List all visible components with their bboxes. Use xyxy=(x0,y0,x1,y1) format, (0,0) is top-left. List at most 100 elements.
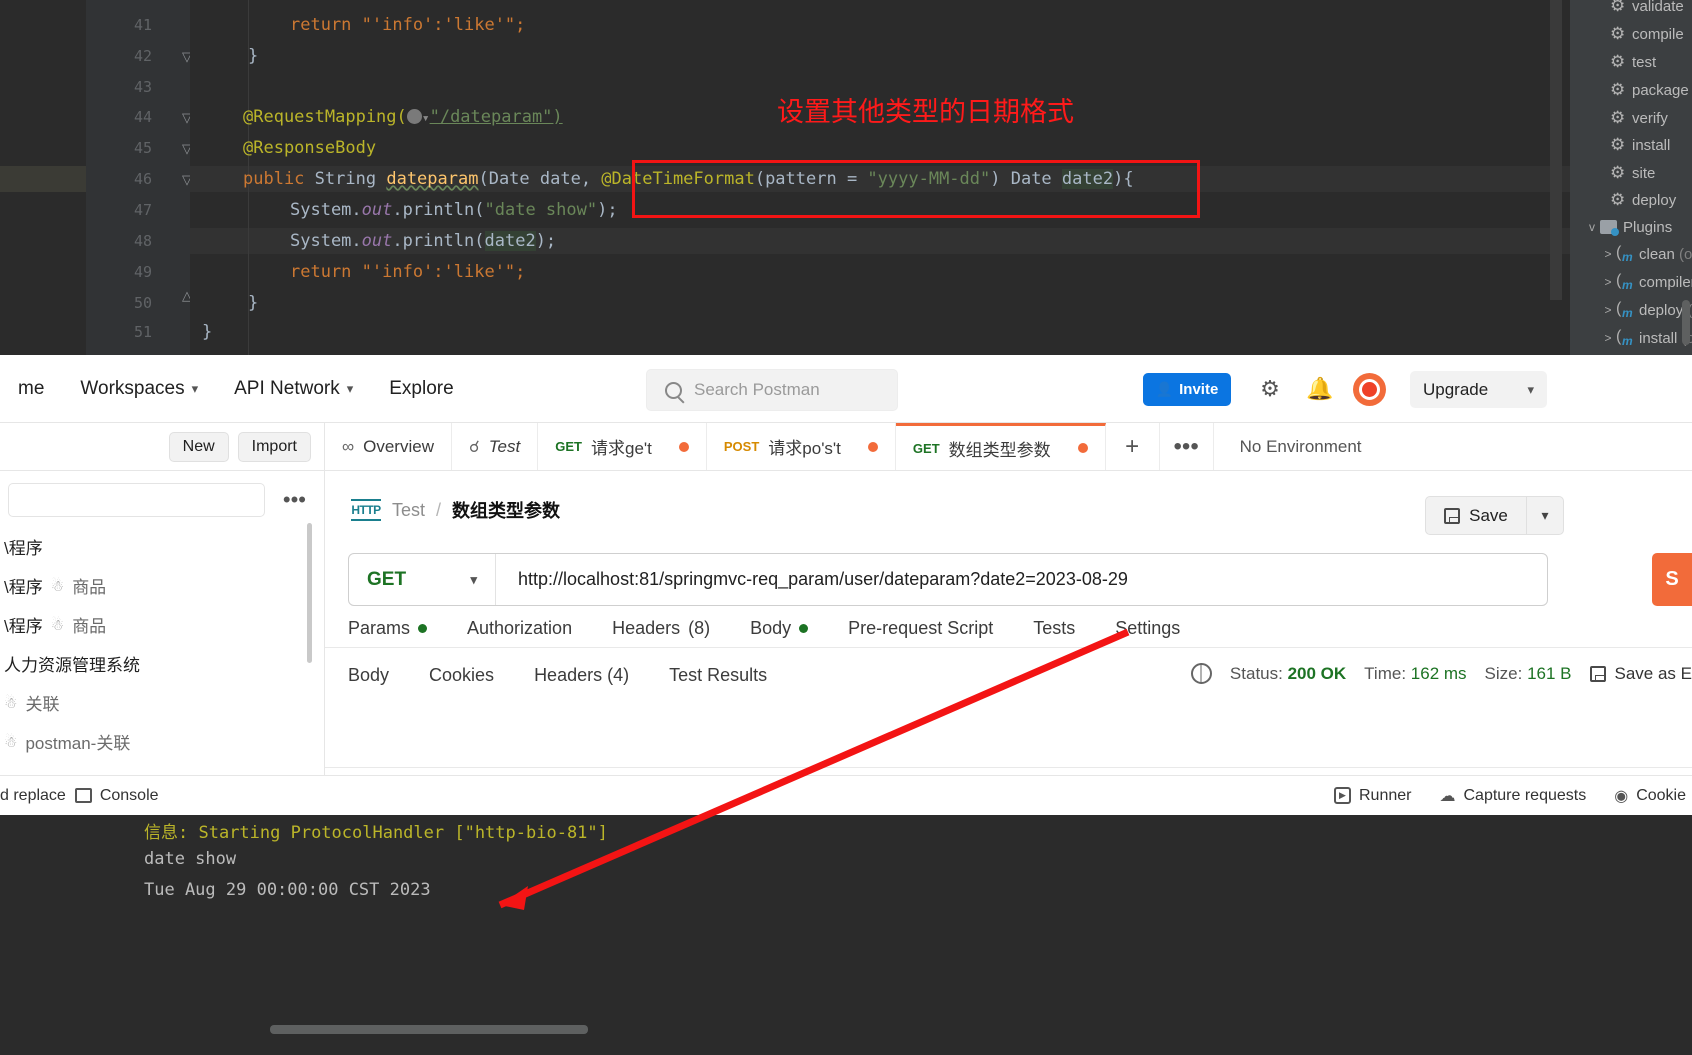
bell-icon[interactable]: 🔔 xyxy=(1305,374,1335,404)
response-tab-test-results[interactable]: Test Results xyxy=(649,665,787,686)
list-item[interactable]: \程序 xyxy=(0,527,324,566)
tab-options-button[interactable]: ••• xyxy=(1160,423,1214,470)
request-tab-params[interactable]: Params xyxy=(348,618,447,639)
nav-item-home[interactable]: me xyxy=(0,378,62,400)
line-number: 45 xyxy=(133,139,152,157)
console-button[interactable]: Console xyxy=(74,787,159,805)
code-line-45: @ResponseBody xyxy=(243,138,376,158)
request-tab-prerequest-script[interactable]: Pre-request Script xyxy=(828,618,1013,639)
code-token: dateparam xyxy=(386,169,479,189)
editor-scrollbar[interactable] xyxy=(1550,0,1562,300)
sidebar-search-input[interactable] xyxy=(8,483,265,517)
response-tab-headers[interactable]: Headers (4) xyxy=(514,665,649,686)
save-options-button[interactable]: ▾ xyxy=(1526,496,1564,535)
code-token: .println( xyxy=(392,231,485,251)
chevron-right-icon[interactable]: > xyxy=(1600,331,1616,345)
save-button[interactable]: Save xyxy=(1425,496,1526,535)
maven-item-clean[interactable]: > clean (org xyxy=(1570,240,1692,268)
chevron-down-icon[interactable]: v xyxy=(1584,220,1600,234)
runner-button[interactable]: ▶ Runner xyxy=(1334,787,1411,805)
save-icon xyxy=(1444,507,1461,524)
save-response-button[interactable]: Save as E xyxy=(1589,664,1692,684)
search-input[interactable]: Search Postman xyxy=(646,369,898,411)
environment-selector[interactable]: No Environment xyxy=(1214,423,1362,470)
nav-item-explore[interactable]: Explore xyxy=(371,378,471,400)
url-input[interactable]: http://localhost:81/springmvc-req_param/… xyxy=(496,569,1547,590)
code-token: out xyxy=(361,200,393,220)
new-tab-button[interactable]: + xyxy=(1106,423,1160,470)
tab-label: Settings xyxy=(1115,618,1181,638)
nav-item-api-network[interactable]: API Network ▾ xyxy=(216,378,371,400)
request-tab-body[interactable]: Body xyxy=(730,618,828,639)
code-token: date2 xyxy=(1061,169,1114,189)
tab-request-get[interactable]: GET 请求ge't xyxy=(538,423,707,470)
capture-requests-button[interactable]: ☁ Capture requests xyxy=(1439,786,1586,806)
find-replace-button[interactable]: d replace xyxy=(0,787,66,805)
chevron-right-icon[interactable]: > xyxy=(1600,303,1616,317)
cookies-label: Cookie xyxy=(1636,786,1686,804)
postman-tab-strip: New Import ∞ Overview ☌ Test GET 请求ge't … xyxy=(0,423,1692,471)
code-token: "yyyy-MM-dd" xyxy=(867,169,991,189)
new-button[interactable]: New xyxy=(168,431,229,462)
invite-button[interactable]: 👤 Invite xyxy=(1143,373,1231,406)
send-button[interactable]: S xyxy=(1652,553,1692,606)
pane-bottom-divider xyxy=(325,767,1692,768)
maven-item-install[interactable]: install xyxy=(1570,131,1692,159)
maven-item-package[interactable]: package xyxy=(1570,76,1692,104)
gear-icon xyxy=(1610,26,1626,42)
request-tab-settings[interactable]: Settings xyxy=(1095,618,1200,639)
list-item[interactable]: ☃ 关联 xyxy=(0,683,324,722)
console-left-strip xyxy=(0,815,126,1055)
list-item[interactable]: 人力资源管理系统 xyxy=(0,644,324,683)
request-tab-authorization[interactable]: Authorization xyxy=(447,618,592,639)
tab-request-array-params[interactable]: GET 数组类型参数 xyxy=(895,423,1106,470)
code-line-51: } xyxy=(202,322,213,342)
line-number: 46 xyxy=(133,170,152,188)
response-tab-body[interactable]: Body xyxy=(348,665,409,686)
nav-item-workspaces[interactable]: Workspaces ▾ xyxy=(62,378,216,400)
console-output[interactable]: 信息: Starting ProtocolHandler ["http-bio-… xyxy=(126,815,1692,1055)
maven-item-label: compile xyxy=(1632,25,1684,43)
method-selector[interactable]: GET ▾ xyxy=(349,554,496,605)
tab-request-post[interactable]: POST 请求po's't xyxy=(707,423,896,470)
request-tab-headers[interactable]: Headers (8) xyxy=(592,618,730,639)
maven-item-verify[interactable]: verify xyxy=(1570,104,1692,132)
maven-item-plugins[interactable]: v Plugins xyxy=(1570,213,1692,241)
postman-window: me Workspaces ▾ API Network ▾ Explore Sear… xyxy=(0,355,1692,807)
maven-item-validate[interactable]: validate xyxy=(1570,0,1692,20)
list-item[interactable]: \程序 ☃ 商品 xyxy=(0,566,324,605)
chevron-right-icon[interactable]: > xyxy=(1600,275,1616,289)
maven-item-deploy[interactable]: deploy xyxy=(1570,186,1692,214)
maven-item-site[interactable]: site xyxy=(1570,159,1692,187)
sidebar-more-button[interactable]: ••• xyxy=(275,487,314,513)
list-item[interactable]: ☃ postman-关联 xyxy=(0,722,324,761)
breadcrumb-current: 数组类型参数 xyxy=(452,501,561,521)
maven-plugin-icon xyxy=(1616,272,1633,292)
response-tab-cookies[interactable]: Cookies xyxy=(409,665,514,686)
maven-item-deploy-plugin[interactable]: >deploy (o xyxy=(1570,296,1692,324)
maven-item-compile[interactable]: compile xyxy=(1570,20,1692,48)
maven-item-compiler[interactable]: > compiler xyxy=(1570,268,1692,296)
maven-item-install-plugin[interactable]: >install (or xyxy=(1570,324,1692,352)
chevron-right-icon[interactable]: > xyxy=(1600,247,1616,261)
tab-overview[interactable]: ∞ Overview xyxy=(325,423,452,470)
cookies-button[interactable]: ◉ Cookie xyxy=(1614,786,1686,806)
code-token: date2 xyxy=(484,231,536,251)
gear-icon[interactable]: ⚙ xyxy=(1255,374,1285,404)
import-button[interactable]: Import xyxy=(237,431,311,462)
breadcrumb-parent[interactable]: Test xyxy=(392,500,425,521)
person-add-icon: 👤 xyxy=(1155,381,1174,397)
list-item[interactable]: \程序 ☃ 商品 xyxy=(0,605,324,644)
postman-footer: d replace Console ▶ Runner ☁ Capture reque… xyxy=(0,775,1692,815)
upgrade-button[interactable]: Upgrade ▾ xyxy=(1410,371,1547,408)
maven-tool-window[interactable]: validate compile test package verify ins… xyxy=(1570,0,1692,355)
tab-test[interactable]: ☌ Test xyxy=(452,423,539,470)
maven-scrollbar[interactable] xyxy=(1682,300,1690,345)
request-tab-tests[interactable]: Tests xyxy=(1013,618,1095,639)
maven-item-test[interactable]: test xyxy=(1570,48,1692,76)
avatar[interactable] xyxy=(1353,373,1386,406)
code-text[interactable]: return "'info':'like'"; } @RequestMappin… xyxy=(190,0,1570,355)
save-label: Save xyxy=(1469,505,1508,525)
sidebar-scrollbar[interactable] xyxy=(307,523,312,663)
console-horizontal-scrollbar[interactable] xyxy=(270,1025,588,1034)
